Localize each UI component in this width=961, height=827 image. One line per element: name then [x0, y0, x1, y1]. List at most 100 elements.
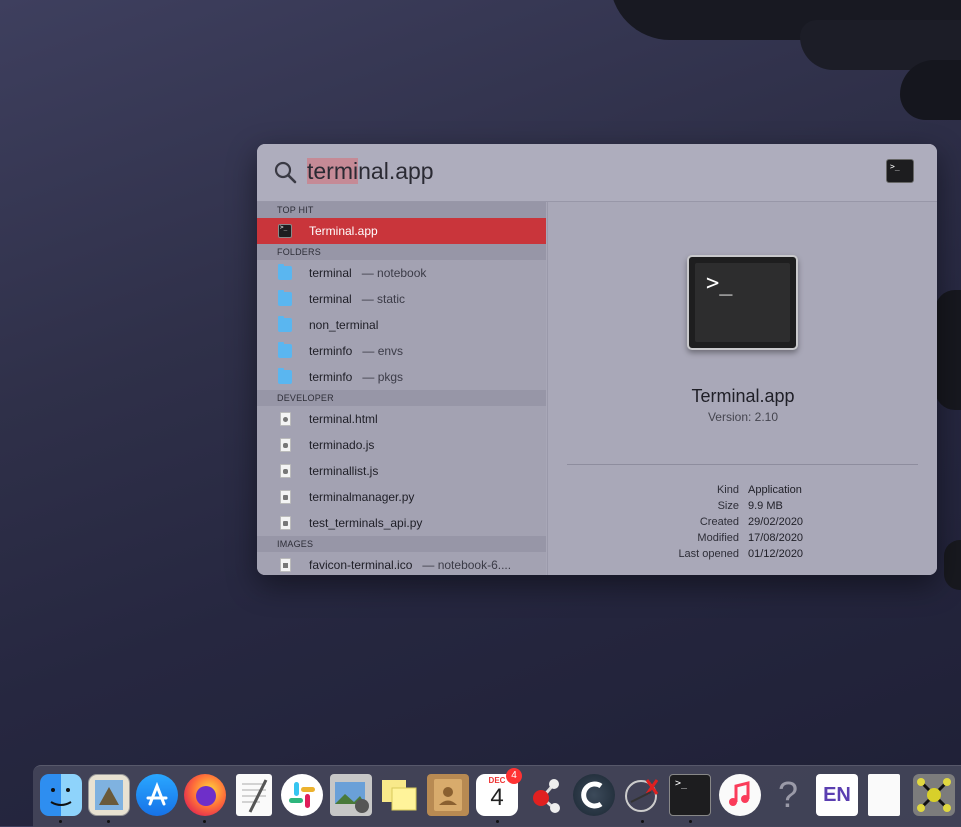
meta-key: Kind [716, 484, 739, 496]
result-name: terminfo [309, 344, 353, 358]
result-name: terminal.html [309, 412, 378, 426]
preview-metadata: Kind Application Size 9.9 MB Created 29/02/… [548, 484, 937, 564]
meta-value: Application [748, 484, 802, 496]
result-name: terminal [309, 266, 352, 280]
js-file-icon [280, 464, 291, 478]
search-query-selected: termi [307, 158, 359, 184]
folder-icon [278, 342, 292, 358]
running-indicator [641, 820, 644, 823]
textedit-icon[interactable] [236, 774, 272, 816]
terminal-icon[interactable]: >_ [669, 774, 711, 816]
contacts-icon[interactable] [427, 774, 469, 816]
calendar-icon[interactable]: DEC 4 4 [476, 768, 522, 816]
calendar-badge: 4 [506, 768, 522, 784]
terminal-icon: >_ [886, 159, 914, 183]
result-image[interactable]: favicon-terminal.ico — notebook-6.... [257, 552, 546, 575]
result-folder[interactable]: terminfo — envs [257, 338, 546, 364]
result-top-hit[interactable]: Terminal.app [257, 218, 546, 244]
folder-icon [278, 316, 292, 332]
result-name: terminfo [309, 370, 353, 384]
preview-pane: >_ Terminal.app Version: 2.10 Kind Applic… [547, 202, 937, 575]
slack-icon[interactable] [281, 774, 323, 816]
section-header-images: IMAGES [257, 536, 546, 552]
terminal-icon [278, 224, 292, 238]
spotlight-window: terminal.app >_ TOP HIT Terminal.app FOL… [257, 144, 937, 575]
document-icon[interactable] [868, 774, 900, 816]
calendar-day: 4 [490, 784, 504, 811]
stickies-icon[interactable] [378, 774, 420, 816]
result-name: Terminal.app [309, 224, 378, 238]
meta-value: 9.9 MB [748, 500, 783, 512]
preview-title: Terminal.app [691, 386, 795, 406]
result-folder[interactable]: non_terminal [257, 312, 546, 338]
terminal-app-icon: >_ [687, 255, 798, 350]
meta-key: Modified [697, 532, 739, 544]
section-header-developer: DEVELOPER [257, 390, 546, 406]
python-file-icon [280, 516, 291, 530]
result-name: terminallist.js [309, 464, 379, 478]
result-location: — notebook-6.... [422, 558, 512, 572]
meta-value: 29/02/2020 [748, 516, 804, 528]
ccleaner-icon[interactable] [573, 774, 615, 816]
result-name: favicon-terminal.ico [309, 558, 413, 572]
spotlight-search-bar: terminal.app >_ [257, 144, 937, 202]
folder-icon [278, 264, 292, 280]
result-folder[interactable]: terminal — notebook [257, 260, 546, 286]
meta-value: 17/08/2020 [748, 532, 804, 544]
python-file-icon [280, 490, 291, 504]
running-indicator [59, 820, 62, 823]
image-capture-icon[interactable] [330, 774, 372, 816]
result-name: terminalmanager.py [309, 490, 415, 504]
wallpaper-rock [900, 60, 961, 120]
preview-version: Version: 2.10 [707, 410, 779, 424]
result-folder[interactable]: terminfo — pkgs [257, 364, 546, 390]
result-name: terminal [309, 292, 352, 306]
search-query-completion: nal.app [358, 158, 434, 184]
result-file[interactable]: terminallist.js [257, 458, 546, 484]
app-icon[interactable] [913, 774, 955, 816]
meta-key: Created [699, 516, 739, 528]
result-file[interactable]: terminalmanager.py [257, 484, 546, 510]
firefox-icon[interactable] [184, 774, 226, 816]
music-icon[interactable] [719, 774, 761, 816]
meta-key: Size [717, 500, 739, 512]
help-icon[interactable]: ? [767, 774, 809, 816]
html-file-icon [280, 412, 291, 426]
section-header-folders: FOLDERS [257, 244, 546, 260]
result-folder[interactable]: terminal — static [257, 286, 546, 312]
terminal-prompt: >_ [706, 271, 733, 296]
preview-divider [567, 464, 918, 465]
running-indicator [107, 820, 110, 823]
wallpaper-rock [944, 540, 961, 590]
running-indicator [689, 820, 692, 823]
running-indicator [203, 820, 206, 823]
result-name: test_terminals_api.py [309, 516, 423, 530]
result-name: terminado.js [309, 438, 375, 452]
results-list: TOP HIT Terminal.app FOLDERS terminal — n… [257, 202, 546, 575]
finder-icon[interactable] [40, 774, 82, 816]
wallpaper-rock [935, 290, 961, 410]
meta-value: 01/12/2020 [748, 548, 804, 560]
search-input[interactable]: terminal.app [307, 155, 434, 187]
result-file[interactable]: terminal.html [257, 406, 546, 432]
preview-icon[interactable] [88, 774, 130, 816]
molecule-icon[interactable] [524, 774, 566, 816]
folder-icon [278, 368, 292, 384]
running-indicator [496, 820, 499, 823]
result-name: non_terminal [309, 318, 379, 332]
meta-key: Last opened [678, 548, 739, 560]
folder-icon [278, 290, 292, 306]
ico-file-icon [280, 558, 291, 572]
section-header-top-hit: TOP HIT [257, 202, 546, 218]
result-location: — pkgs [362, 370, 404, 384]
result-file[interactable]: test_terminals_api.py [257, 510, 546, 536]
xquartz-icon[interactable] [621, 774, 663, 816]
app-store-icon[interactable] [136, 774, 178, 816]
result-file[interactable]: terminado.js [257, 432, 546, 458]
search-icon [274, 161, 297, 184]
js-file-icon [280, 438, 291, 452]
result-location: — envs [362, 344, 404, 358]
result-location: — notebook [361, 266, 427, 280]
result-location: — static [361, 292, 406, 306]
dictionary-icon[interactable]: EN [816, 774, 858, 816]
